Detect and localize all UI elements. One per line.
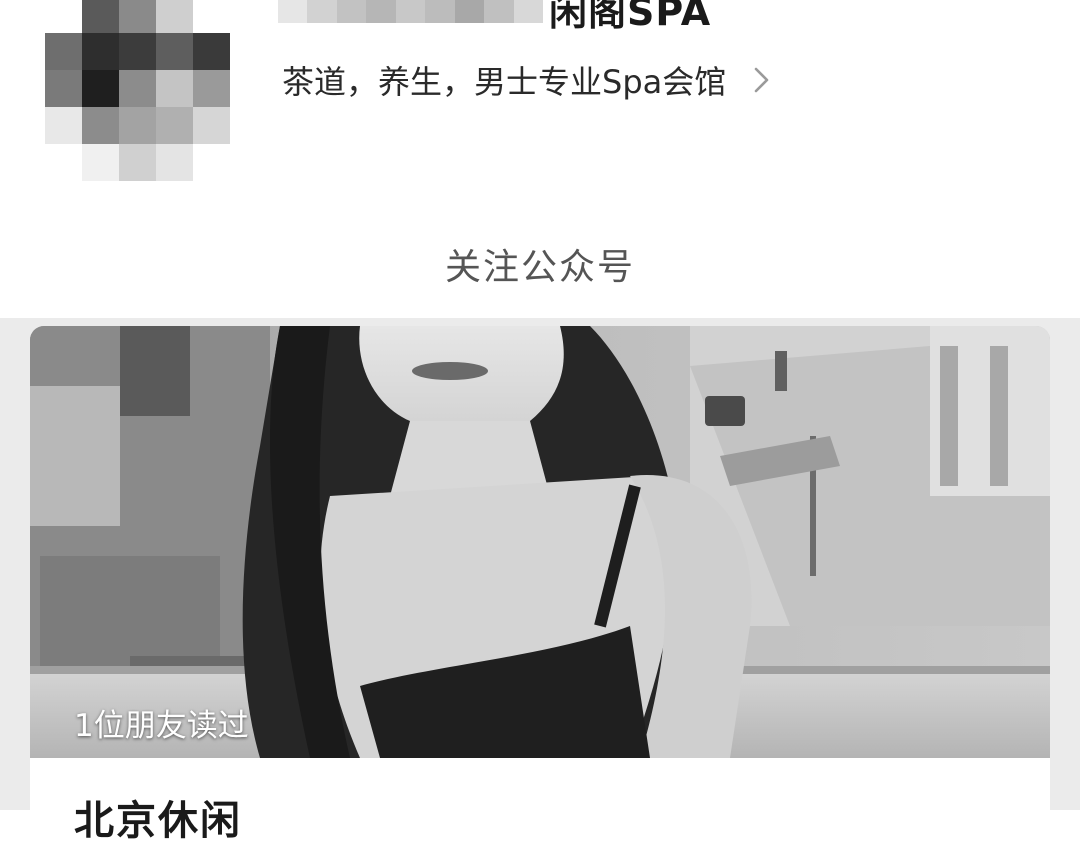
article-cover-image [30, 326, 1050, 758]
name-redaction-pixel [484, 0, 514, 23]
avatar-pixel [193, 33, 230, 70]
avatar-pixel [82, 33, 119, 70]
account-intro: 茶道，养生，男士专业Spa会馆 [282, 63, 727, 101]
avatar-pixel [156, 33, 193, 70]
avatar-pixel [156, 144, 193, 181]
article-title: 北京休闲 [74, 798, 242, 844]
avatar-pixel [193, 70, 230, 107]
chevron-right-icon [754, 67, 769, 93]
article-feed: 1位朋友读过 北京休闲 [0, 318, 1080, 846]
name-redaction-pixel [336, 0, 367, 23]
account-avatar[interactable] [45, 0, 230, 181]
avatar-pixel [45, 33, 82, 70]
account-intro-link[interactable]: 茶道，养生，男士专业Spa会馆 [282, 56, 776, 104]
article-card[interactable]: 1位朋友读过 北京休闲 [30, 326, 1050, 846]
name-redaction-pixel [366, 0, 396, 23]
name-redaction-pixel [307, 0, 337, 23]
avatar-pixel [156, 107, 193, 144]
avatar-pixel [193, 107, 230, 144]
avatar-pixel [45, 70, 82, 107]
avatar-pixel [82, 70, 119, 107]
name-redaction-pixel [513, 0, 543, 23]
account-name: 闲阁SPA [549, 0, 712, 34]
avatar-pixel [45, 0, 82, 33]
name-redaction-pixel [395, 0, 426, 23]
avatar-pixel [119, 33, 156, 70]
avatar-pixel [45, 144, 82, 181]
account-name-row[interactable]: 闲阁SPA [278, 0, 711, 34]
avatar-pixel [119, 0, 156, 33]
follow-account-button[interactable]: 关注公众号 [0, 238, 1080, 290]
avatar-pixel [82, 107, 119, 144]
avatar-pixel [119, 70, 156, 107]
avatar-pixel [45, 107, 82, 144]
avatar-pixel [156, 0, 193, 33]
avatar-pixel [119, 107, 156, 144]
account-header: 闲阁SPA 茶道，养生，男士专业Spa会馆 关注公众号 [0, 0, 1080, 318]
avatar-pixel [119, 144, 156, 181]
avatar-pixel [156, 70, 193, 107]
avatar-pixel [82, 0, 119, 33]
name-redaction-pixel [278, 0, 308, 23]
name-redaction-mosaic [278, 0, 543, 23]
name-redaction-pixel [454, 0, 485, 23]
name-redaction-pixel [425, 0, 455, 23]
avatar-pixel [82, 144, 119, 181]
friends-read-badge: 1位朋友读过 [74, 708, 249, 744]
avatar-pixel [193, 144, 230, 181]
avatar-pixel [193, 0, 230, 33]
